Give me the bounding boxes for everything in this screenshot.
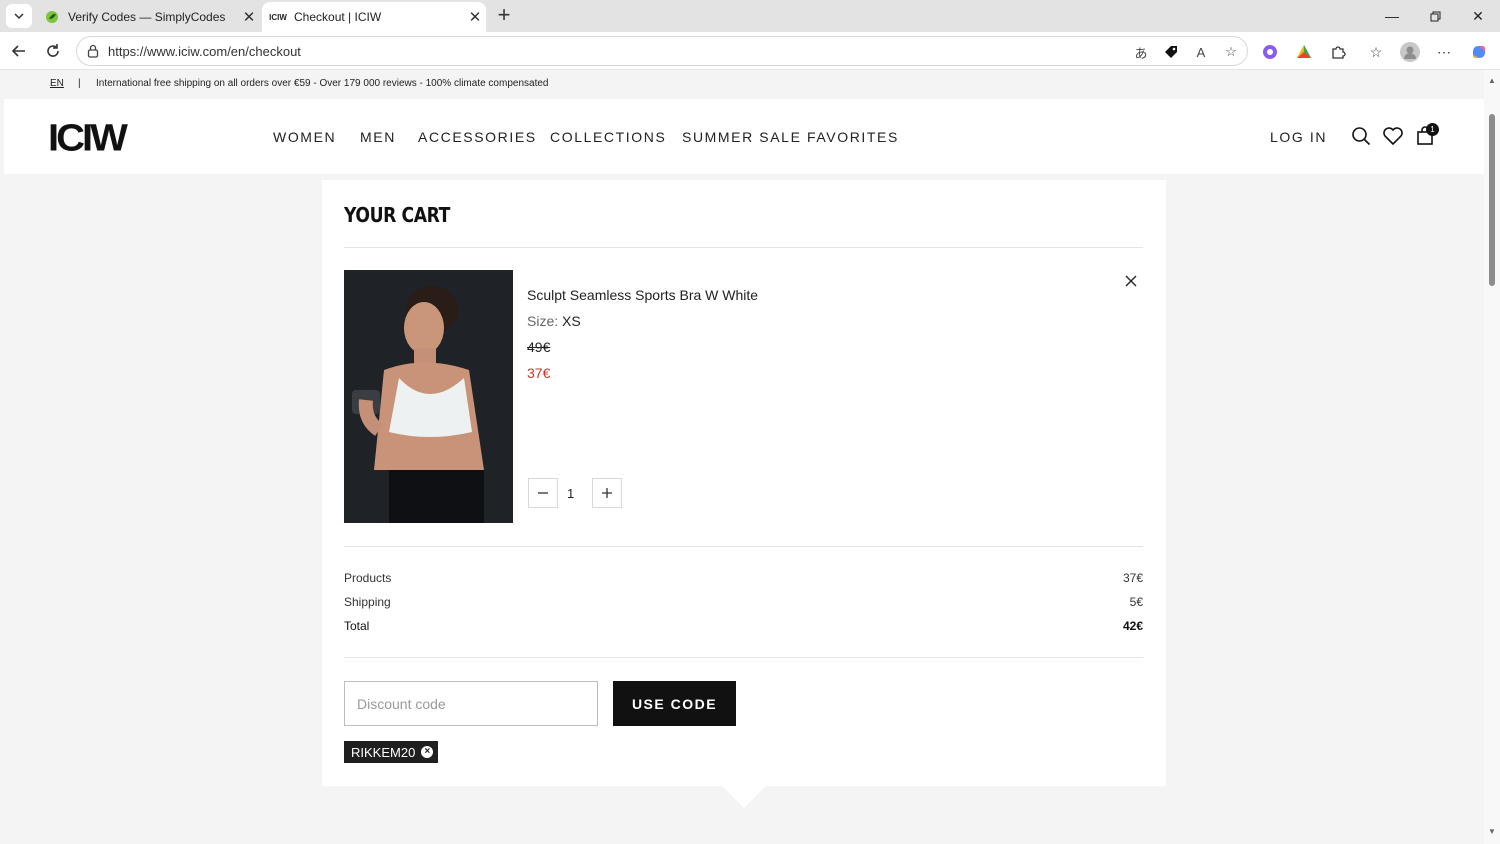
summary-label: Products <box>344 571 392 585</box>
cart-title: YOUR CART <box>344 203 450 227</box>
copilot-icon[interactable] <box>1468 41 1490 63</box>
sale-price: 37€ <box>527 365 551 381</box>
tab-close-icon[interactable]: ✕ <box>464 8 486 26</box>
nav-men[interactable]: MEN <box>360 129 396 145</box>
site-header: ICIW WOMEN MEN ACCESSORIES COLLECTIONS S… <box>4 99 1484 174</box>
iciw-logo[interactable]: ICIW <box>48 117 128 160</box>
announcement-bar: EN | International free shipping on all … <box>0 70 1484 99</box>
product-name[interactable]: Sculpt Seamless Sports Bra W White <box>527 287 758 303</box>
reload-icon[interactable] <box>40 38 66 64</box>
original-price: 49€ <box>527 339 551 355</box>
remove-item-close-icon[interactable] <box>1122 272 1140 290</box>
browser-tab-iciw-checkout[interactable]: ICIW Checkout | ICIW ✕ <box>262 2 486 32</box>
read-aloud-icon[interactable]: A <box>1191 42 1211 62</box>
nav-accessories[interactable]: ACCESSORIES <box>418 129 537 145</box>
page-scrollbar[interactable]: ▲ ▼ <box>1484 70 1500 844</box>
browser-toolbar: https://www.iciw.com/en/checkout あ A ☆ ☆… <box>0 32 1500 70</box>
tab-title: Verify Codes — SimplyCodes <box>68 10 226 24</box>
coupon-tag-icon[interactable] <box>1161 42 1181 62</box>
scroll-down-arrow-icon[interactable]: ▼ <box>1488 827 1496 836</box>
more-menu-icon[interactable]: ⋯ <box>1433 41 1455 63</box>
summary-label: Total <box>344 619 370 633</box>
scroll-up-arrow-icon[interactable]: ▲ <box>1488 76 1496 85</box>
scroll-thumb[interactable] <box>1489 114 1495 286</box>
login-link[interactable]: LOG IN <box>1270 129 1327 145</box>
nav-summer-sale-favorites[interactable]: SUMMER SALE FAVORITES <box>682 129 899 145</box>
new-tab-plus-icon[interactable]: + <box>492 4 516 28</box>
extension-colorful-icon[interactable] <box>1293 41 1315 63</box>
cart-count-badge: 1 <box>1426 123 1439 136</box>
simplycodes-leaf-icon <box>44 9 60 25</box>
page-viewport: EN | International free shipping on all … <box>0 70 1484 844</box>
summary-label: Shipping <box>344 595 391 609</box>
extensions-puzzle-icon[interactable] <box>1327 41 1349 63</box>
summary-amount: 42€ <box>1122 619 1143 633</box>
window-close-icon[interactable]: ✕ <box>1456 0 1500 32</box>
size-label: Size: <box>527 313 559 329</box>
copilot-extension-icon[interactable] <box>1259 41 1281 63</box>
restore-icon[interactable] <box>1413 0 1457 32</box>
quantity-value: 1 <box>567 486 575 501</box>
remove-code-close-icon[interactable]: × <box>421 746 434 758</box>
size-value: XS <box>562 313 581 329</box>
browser-tab-bar: Verify Codes — SimplyCodes ✕ ICIW Checko… <box>0 0 1500 32</box>
summary-amount: 5€ <box>1129 595 1143 609</box>
translate-icon[interactable]: あ <box>1131 42 1151 62</box>
product-image[interactable] <box>344 270 513 523</box>
cart-panel: YOUR CART Sculpt Seamless Sports Bra W W… <box>322 180 1166 786</box>
discount-code-input[interactable] <box>344 681 598 726</box>
announcement-message: International free shipping on all order… <box>96 78 549 89</box>
announcement-separator: | <box>78 78 81 89</box>
language-selector[interactable]: EN <box>50 78 64 89</box>
quantity-increase-button[interactable] <box>592 478 622 508</box>
quantity-decrease-button[interactable] <box>528 478 558 508</box>
minimize-icon[interactable]: — <box>1370 0 1414 32</box>
applied-discount-chip: RIKKEM20 × <box>344 741 439 763</box>
tab-close-icon[interactable]: ✕ <box>238 8 260 26</box>
divider <box>344 546 1143 547</box>
search-icon[interactable] <box>1349 124 1373 148</box>
address-bar[interactable]: https://www.iciw.com/en/checkout あ A ☆ <box>76 36 1248 66</box>
wishlist-heart-icon[interactable] <box>1381 124 1405 148</box>
panel-notch <box>722 786 766 808</box>
divider <box>344 657 1143 658</box>
favorites-collections-icon[interactable]: ☆ <box>1365 41 1387 63</box>
url-text: https://www.iciw.com/en/checkout <box>108 44 301 59</box>
divider <box>344 247 1143 248</box>
product-size: Size: XS <box>527 313 581 329</box>
favorite-star-icon[interactable]: ☆ <box>1221 42 1241 62</box>
profile-avatar-icon[interactable] <box>1399 41 1421 63</box>
site-info-lock-icon[interactable] <box>85 43 101 59</box>
use-code-button[interactable]: USE CODE <box>613 681 736 726</box>
applied-code-text: RIKKEM20 <box>351 744 416 760</box>
back-arrow-icon[interactable] <box>6 38 32 64</box>
summary-amount: 37€ <box>1122 571 1143 585</box>
nav-women[interactable]: WOMEN <box>273 129 336 145</box>
nav-collections[interactable]: COLLECTIONS <box>550 129 666 145</box>
browser-tab-simplycodes[interactable]: Verify Codes — SimplyCodes ✕ <box>36 2 260 32</box>
iciw-favicon: ICIW <box>269 12 287 22</box>
tab-title: Checkout | ICIW <box>294 10 382 24</box>
tab-list-chevron-icon[interactable] <box>6 4 32 28</box>
